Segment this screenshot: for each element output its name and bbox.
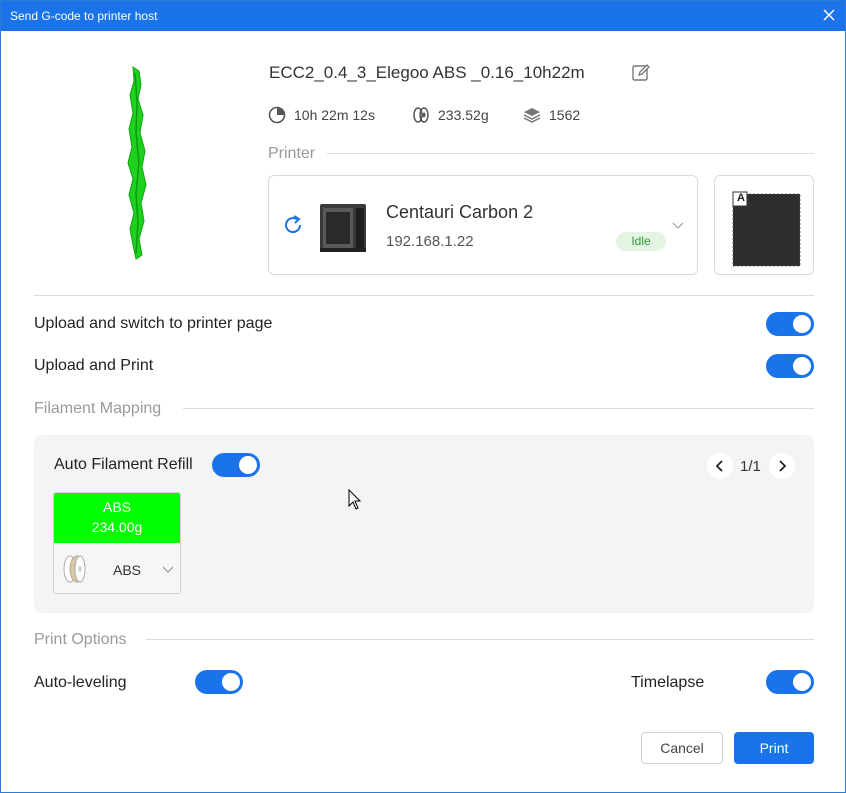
filament-spool-icon: [63, 555, 86, 583]
model-thumbnail: [127, 66, 147, 260]
plate-preview[interactable]: A: [714, 175, 814, 275]
printer-section-divider: [327, 153, 814, 154]
upload-print-label: Upload and Print: [34, 357, 154, 374]
prev-page-button[interactable]: [707, 453, 733, 479]
printer-image: [320, 204, 366, 252]
slot-material: ABS: [102, 499, 131, 515]
file-name: ECC2_0.4_3_Elegoo ABS _0.16_10h22m: [269, 63, 585, 82]
close-icon[interactable]: [821, 7, 837, 23]
upload-switch-toggle[interactable]: [766, 312, 814, 336]
print-button[interactable]: Print: [734, 732, 814, 764]
plate-badge: A: [737, 192, 745, 204]
status-badge: Idle: [616, 232, 666, 251]
printer-name: Centauri Carbon 2: [386, 202, 534, 222]
timelapse-toggle[interactable]: [766, 670, 814, 694]
upload-print-toggle[interactable]: [766, 354, 814, 378]
edit-icon[interactable]: [631, 63, 651, 83]
options-divider: [34, 295, 814, 296]
auto-leveling-label: Auto-leveling: [34, 674, 127, 691]
slot-pager: 1/1: [707, 453, 795, 479]
print-options-label: Print Options: [34, 631, 127, 648]
auto-leveling-toggle[interactable]: [195, 670, 243, 694]
printer-ip: 192.168.1.22: [386, 233, 474, 250]
window-title: Send G-code to printer host: [10, 9, 158, 23]
auto-refill-toggle[interactable]: [212, 453, 260, 477]
clock-icon: [268, 106, 286, 124]
slot-mapped-type: ABS: [113, 562, 142, 578]
printer-section-label: Printer: [268, 145, 316, 162]
chevron-right-icon: [779, 460, 787, 472]
send-gcode-dialog: Send G-code to printer host ECC2_0.4_3_E…: [0, 0, 846, 793]
filament-mapping-divider: [183, 408, 814, 409]
chevron-down-icon: [162, 566, 174, 573]
upload-switch-label: Upload and switch to printer page: [34, 315, 273, 332]
page-indicator: 1/1: [740, 458, 761, 475]
chevron-left-icon: [715, 460, 723, 472]
printer-selector[interactable]: Centauri Carbon 2 192.168.1.22 Idle: [268, 175, 698, 275]
chevron-down-icon[interactable]: [671, 218, 685, 232]
auto-refill-label: Auto Filament Refill: [54, 456, 193, 473]
refresh-icon[interactable]: [282, 214, 304, 236]
cancel-button[interactable]: Cancel: [641, 732, 723, 764]
filament-mapping-panel: Auto Filament Refill 1/1 ABS 234.00g ABS: [34, 435, 814, 613]
filament-mapping-label: Filament Mapping: [34, 400, 162, 417]
spool-icon: [413, 107, 429, 123]
plate-image: [732, 191, 801, 267]
mouse-cursor-icon: [348, 489, 362, 510]
title-bar: Send G-code to printer host: [1, 1, 845, 31]
next-page-button[interactable]: [769, 453, 795, 479]
timelapse-label: Timelapse: [631, 674, 705, 691]
filament-slot: ABS 234.00g ABS: [53, 492, 181, 594]
slot-mapping-dropdown[interactable]: ABS: [54, 543, 180, 593]
slot-weight: 234.00g: [91, 519, 143, 535]
slot-color-header: ABS 234.00g: [54, 493, 180, 543]
print-options-divider: [146, 639, 814, 640]
layers-icon: [523, 108, 541, 123]
